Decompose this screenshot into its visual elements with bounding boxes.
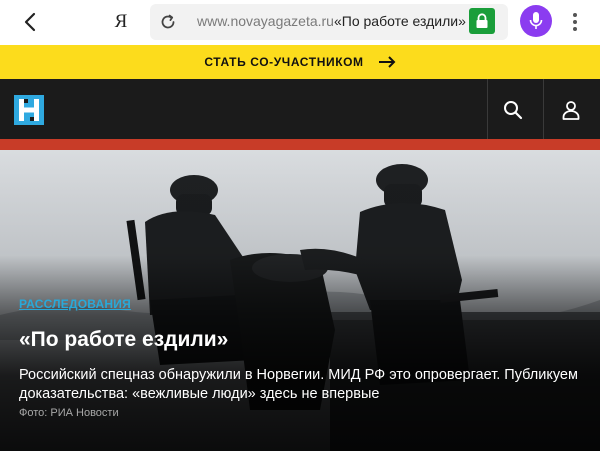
user-icon bbox=[562, 101, 580, 120]
photo-credit: Фото: РИА Новости bbox=[19, 407, 119, 419]
article-lede: Российский спецназ обнаружили в Норвегии… bbox=[19, 367, 578, 402]
header-divider bbox=[487, 79, 488, 139]
article-category-link[interactable]: РАССЛЕДОВАНИЯ bbox=[19, 297, 131, 311]
article-title[interactable]: «По работе ездили» bbox=[19, 328, 228, 352]
site-header bbox=[0, 79, 600, 139]
voice-search-button[interactable] bbox=[520, 5, 552, 37]
browser-toolbar: Я www.novayagazeta.ru «По работе ездили» bbox=[0, 0, 600, 45]
search-icon bbox=[504, 101, 523, 120]
url-page-title[interactable]: «По работе ездили» bbox=[334, 13, 466, 29]
hero-article[interactable]: РАССЛЕДОВАНИЯ «По работе ездили» Российс… bbox=[0, 150, 600, 451]
yandex-button[interactable]: Я bbox=[109, 10, 133, 34]
url-domain[interactable]: www.novayagazeta.ru bbox=[197, 13, 334, 29]
back-arrow-icon bbox=[24, 12, 36, 32]
header-divider bbox=[543, 79, 544, 139]
search-button[interactable] bbox=[500, 97, 526, 123]
reload-button[interactable] bbox=[156, 10, 180, 34]
lock-icon bbox=[476, 13, 488, 28]
become-participant-banner[interactable]: СТАТЬ СО-УЧАСТНИКОМ bbox=[0, 45, 600, 79]
reload-icon bbox=[161, 14, 175, 29]
more-vertical-icon bbox=[573, 13, 577, 31]
promo-label: СТАТЬ СО-УЧАСТНИКОМ bbox=[204, 55, 364, 69]
novaya-gazeta-logo[interactable] bbox=[14, 95, 44, 125]
back-button[interactable] bbox=[18, 10, 42, 34]
microphone-icon bbox=[529, 12, 543, 29]
browser-menu-button[interactable] bbox=[563, 10, 587, 34]
security-button[interactable] bbox=[469, 8, 495, 34]
header-accent-stripe bbox=[0, 139, 600, 150]
yandex-icon: Я bbox=[114, 11, 128, 32]
arrow-right-icon bbox=[378, 56, 396, 68]
profile-button[interactable] bbox=[558, 97, 584, 123]
